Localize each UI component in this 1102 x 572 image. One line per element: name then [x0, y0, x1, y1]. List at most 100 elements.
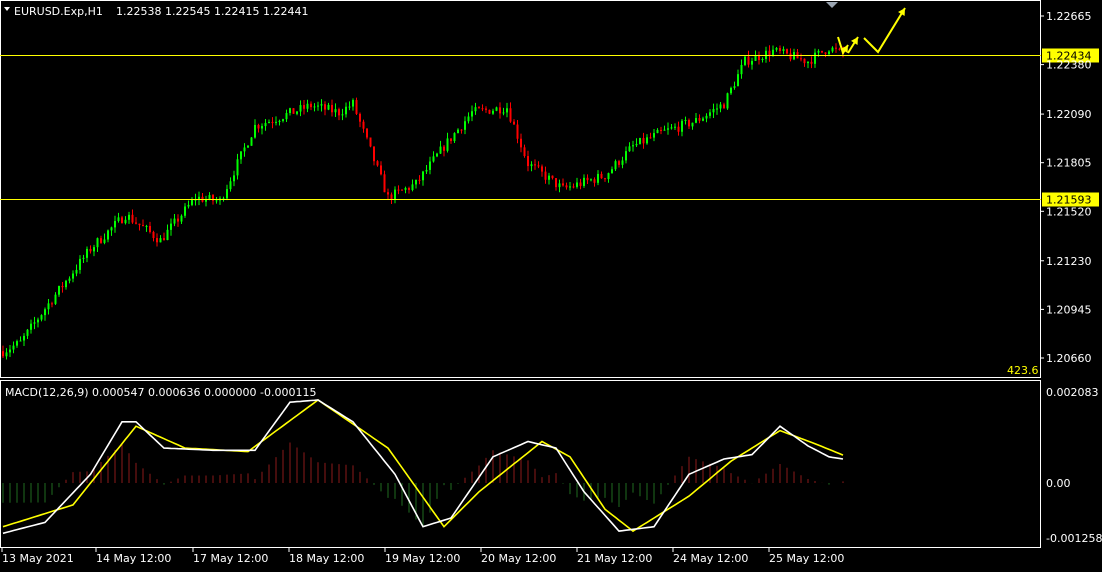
arrows-layer[interactable]	[837, 7, 906, 56]
candle-body-bear	[642, 138, 645, 144]
candle-body-bull	[124, 219, 127, 224]
candle-body-bull	[299, 105, 302, 112]
candle-body-bear	[163, 238, 165, 241]
candle-body-bull	[607, 173, 610, 180]
axes-layer: 1.22665 1.22380 1.22090 1.21805 1.21520 1.212…	[1, 10, 1102, 565]
candle-body-bear	[177, 218, 179, 222]
candle-body-bull	[807, 61, 809, 64]
candle-body-bull	[352, 100, 354, 107]
candle-body-bull	[831, 47, 834, 52]
candle-body-bull	[436, 153, 438, 157]
candle-body-bear	[324, 104, 326, 110]
candle-body-bull	[166, 229, 169, 241]
candle-body-bear	[488, 109, 491, 114]
candle-body-bull	[250, 137, 253, 146]
candle-body-bull	[761, 59, 764, 61]
candle-body-bear	[303, 105, 305, 109]
candle-body-bear	[677, 126, 680, 132]
candle-body-bull	[289, 108, 291, 114]
chart-canvas[interactable]: 1.224341.21593 1.226651.223801.220901.21…	[0, 0, 1102, 568]
candle-body-bull	[44, 309, 46, 316]
candle-body-bear	[541, 166, 543, 172]
candle-body-bear	[138, 223, 141, 226]
candle-body-bear	[513, 121, 515, 125]
candle-body-bear	[789, 53, 792, 60]
candle-body-bull	[576, 182, 578, 187]
candle-body-bull	[26, 329, 29, 336]
candle-body-bull	[754, 55, 757, 61]
price-axis-label: 1.21520	[1046, 205, 1092, 218]
candle-body-bull	[471, 111, 473, 117]
candle-body-bear	[408, 187, 410, 190]
symbol-menu-icon[interactable]	[4, 7, 10, 11]
candle-body-bull	[614, 161, 617, 170]
candle-body-bull	[341, 114, 344, 116]
candle-body-bull	[422, 171, 424, 181]
candle-body-bull	[261, 126, 263, 129]
candle-body-bear	[362, 121, 365, 129]
candle-body-bull	[327, 104, 330, 110]
candle-body-bear	[89, 248, 92, 252]
candle-body-bull	[425, 169, 428, 172]
candle-body-bull	[474, 107, 477, 112]
candle-body-bear	[747, 56, 750, 65]
candle-body-bull	[639, 138, 641, 144]
candle-body-bear	[523, 147, 526, 157]
trading-chart[interactable]: 1.22434 1.21593 1.22665 1.22380 1.22090 1.21…	[0, 0, 1102, 568]
candle-body-bear	[271, 121, 274, 123]
main-pane-border	[0, 0, 1041, 378]
candle-body-bear	[579, 182, 582, 186]
candle-body-bear	[310, 103, 312, 108]
candle-body-bull	[296, 111, 298, 114]
trend-arrow[interactable]	[863, 7, 906, 54]
candle-body-bear	[586, 177, 589, 181]
candle-body-bear	[292, 108, 295, 114]
candle-body-bull	[243, 147, 246, 152]
candle-body-bull	[772, 49, 774, 56]
candle-body-bull	[226, 189, 228, 199]
candle-body-bull	[429, 161, 431, 170]
candle-body-bull	[79, 258, 81, 270]
time-axis-label: 25 May 12:00	[769, 552, 844, 565]
candle-body-bull	[457, 129, 459, 134]
candle-body-bear	[366, 128, 368, 138]
candle-body-bull	[47, 303, 50, 310]
candle-body-bull	[65, 280, 67, 288]
time-axis-label: 18 May 12:00	[289, 552, 364, 565]
candle-body-bear	[779, 48, 781, 51]
candle-body-bull	[184, 206, 186, 216]
candle-body-bull	[740, 64, 743, 75]
candle-body-bull	[96, 238, 99, 248]
candle-body-bear	[800, 58, 802, 60]
ohlc-values: 1.22538 1.22545 1.22415 1.22441	[116, 5, 308, 18]
candle-body-bull	[404, 187, 407, 190]
candle-body-bull	[464, 121, 466, 130]
candle-body-bull	[264, 122, 267, 127]
candle-body-bull	[16, 341, 18, 346]
candle-body-bull	[285, 113, 288, 120]
candle-body-bear	[527, 156, 529, 167]
candle-body-bear	[376, 161, 379, 166]
candle-body-bull	[530, 164, 533, 167]
candle-body-bull	[345, 106, 347, 115]
time-axis-label: 21 May 12:00	[577, 552, 652, 565]
candle-body-bull	[233, 175, 235, 182]
candle-body-bear	[660, 129, 662, 131]
candle-body-bull	[170, 223, 172, 230]
candle-body-bull	[19, 340, 22, 342]
candle-body-bear	[100, 238, 102, 243]
candle-body-bull	[9, 349, 11, 353]
candle-body-bear	[509, 108, 512, 122]
candle-body-bull	[625, 151, 627, 161]
candle-body-bull	[467, 116, 470, 122]
candle-body-bull	[247, 145, 249, 148]
candle-body-bull	[765, 50, 767, 60]
candle-body-bull	[670, 127, 673, 129]
scale-badge: 423.6	[1007, 364, 1039, 377]
candle-body-bull	[432, 156, 435, 162]
candle-body-bull	[446, 138, 449, 151]
chart-shift-marker-icon[interactable]	[826, 2, 838, 8]
candle-body-bear	[698, 118, 701, 121]
candle-body-bear	[51, 303, 53, 305]
candle-body-bull	[282, 119, 284, 121]
